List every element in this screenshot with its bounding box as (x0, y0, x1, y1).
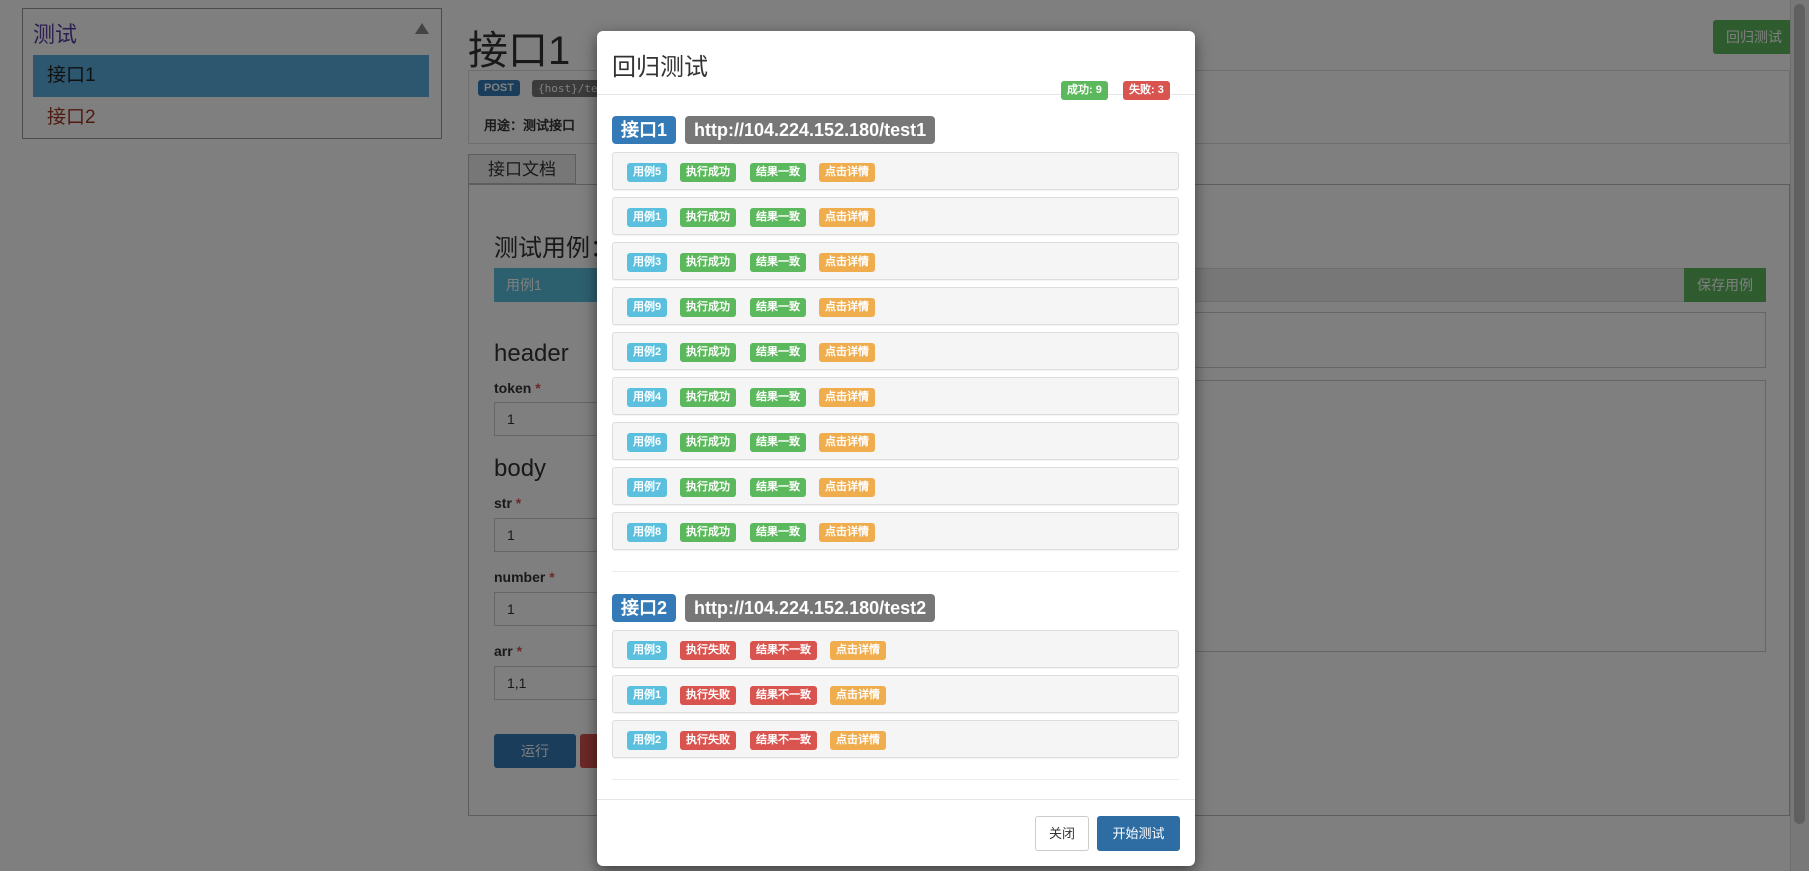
result-row: 用例1 执行成功 结果一致 点击详情 (612, 197, 1179, 235)
result-row: 用例2 执行成功 结果一致 点击详情 (612, 332, 1179, 370)
case-label: 用例3 (627, 253, 668, 272)
exec-status-label: 执行成功 (680, 208, 736, 227)
result-status-label: 结果一致 (750, 433, 806, 452)
case-label: 用例3 (627, 641, 668, 660)
detail-link[interactable]: 点击详情 (819, 478, 875, 497)
result-row: 用例3 执行成功 结果一致 点击详情 (612, 242, 1179, 280)
start-test-button[interactable]: 开始测试 (1097, 816, 1180, 851)
detail-link[interactable]: 点击详情 (830, 641, 886, 660)
modal-title: 回归测试 (612, 54, 708, 81)
result-status-label: 结果不一致 (750, 731, 817, 750)
group-title-interface1: 接口1 (612, 116, 677, 144)
exec-status-label: 执行失败 (680, 641, 736, 660)
detail-link[interactable]: 点击详情 (819, 433, 875, 452)
result-row: 用例9 执行成功 结果一致 点击详情 (612, 287, 1179, 325)
group-url-interface2: http://104.224.152.180/test2 (685, 594, 936, 622)
exec-status-label: 执行失败 (680, 686, 736, 705)
result-row: 用例4 执行成功 结果一致 点击详情 (612, 377, 1179, 415)
detail-link[interactable]: 点击详情 (819, 523, 875, 542)
regression-modal: 回归测试 成功: 9 失败: 3 接口1 http://104.224.152.… (597, 31, 1195, 866)
case-label: 用例6 (627, 433, 668, 452)
result-status-label: 结果一致 (750, 343, 806, 362)
detail-link[interactable]: 点击详情 (830, 731, 886, 750)
detail-link[interactable]: 点击详情 (819, 388, 875, 407)
result-status-label: 结果一致 (750, 478, 806, 497)
result-row: 用例6 执行成功 结果一致 点击详情 (612, 422, 1179, 460)
detail-link[interactable]: 点击详情 (819, 298, 875, 317)
result-status-label: 结果一致 (750, 253, 806, 272)
result-row: 用例7 执行成功 结果一致 点击详情 (612, 467, 1179, 505)
case-label: 用例2 (627, 343, 668, 362)
result-row: 用例2 执行失败 结果不一致 点击详情 (612, 720, 1179, 758)
success-count-badge: 成功: 9 (1061, 81, 1108, 100)
result-status-label: 结果一致 (750, 523, 806, 542)
case-label: 用例9 (627, 298, 668, 317)
exec-status-label: 执行成功 (680, 343, 736, 362)
case-label: 用例7 (627, 478, 668, 497)
exec-status-label: 执行失败 (680, 731, 736, 750)
result-row: 用例8 执行成功 结果一致 点击详情 (612, 512, 1179, 550)
group-divider (612, 779, 1179, 780)
close-button[interactable]: 关闭 (1035, 816, 1089, 851)
exec-status-label: 执行成功 (680, 433, 736, 452)
group-title-interface2: 接口2 (612, 594, 677, 622)
result-row: 用例3 执行失败 结果不一致 点击详情 (612, 630, 1179, 668)
exec-status-label: 执行成功 (680, 478, 736, 497)
case-label: 用例8 (627, 523, 668, 542)
detail-link[interactable]: 点击详情 (819, 163, 875, 182)
case-label: 用例1 (627, 686, 668, 705)
result-row: 用例1 执行失败 结果不一致 点击详情 (612, 675, 1179, 713)
exec-status-label: 执行成功 (680, 523, 736, 542)
detail-link[interactable]: 点击详情 (819, 208, 875, 227)
result-status-label: 结果不一致 (750, 686, 817, 705)
group-divider (612, 571, 1179, 572)
exec-status-label: 执行成功 (680, 253, 736, 272)
group-url-interface1: http://104.224.152.180/test1 (685, 116, 936, 144)
exec-status-label: 执行成功 (680, 163, 736, 182)
exec-status-label: 执行成功 (680, 388, 736, 407)
case-label: 用例4 (627, 388, 668, 407)
case-label: 用例1 (627, 208, 668, 227)
exec-status-label: 执行成功 (680, 298, 736, 317)
fail-count-badge: 失败: 3 (1123, 81, 1170, 100)
detail-link[interactable]: 点击详情 (819, 253, 875, 272)
result-status-label: 结果一致 (750, 388, 806, 407)
case-label: 用例2 (627, 731, 668, 750)
result-status-label: 结果一致 (750, 208, 806, 227)
detail-link[interactable]: 点击详情 (830, 686, 886, 705)
result-status-label: 结果不一致 (750, 641, 817, 660)
result-status-label: 结果一致 (750, 298, 806, 317)
case-label: 用例5 (627, 163, 668, 182)
result-status-label: 结果一致 (750, 163, 806, 182)
result-row: 用例5 执行成功 结果一致 点击详情 (612, 152, 1179, 190)
modal-footer-divider (597, 799, 1195, 800)
detail-link[interactable]: 点击详情 (819, 343, 875, 362)
